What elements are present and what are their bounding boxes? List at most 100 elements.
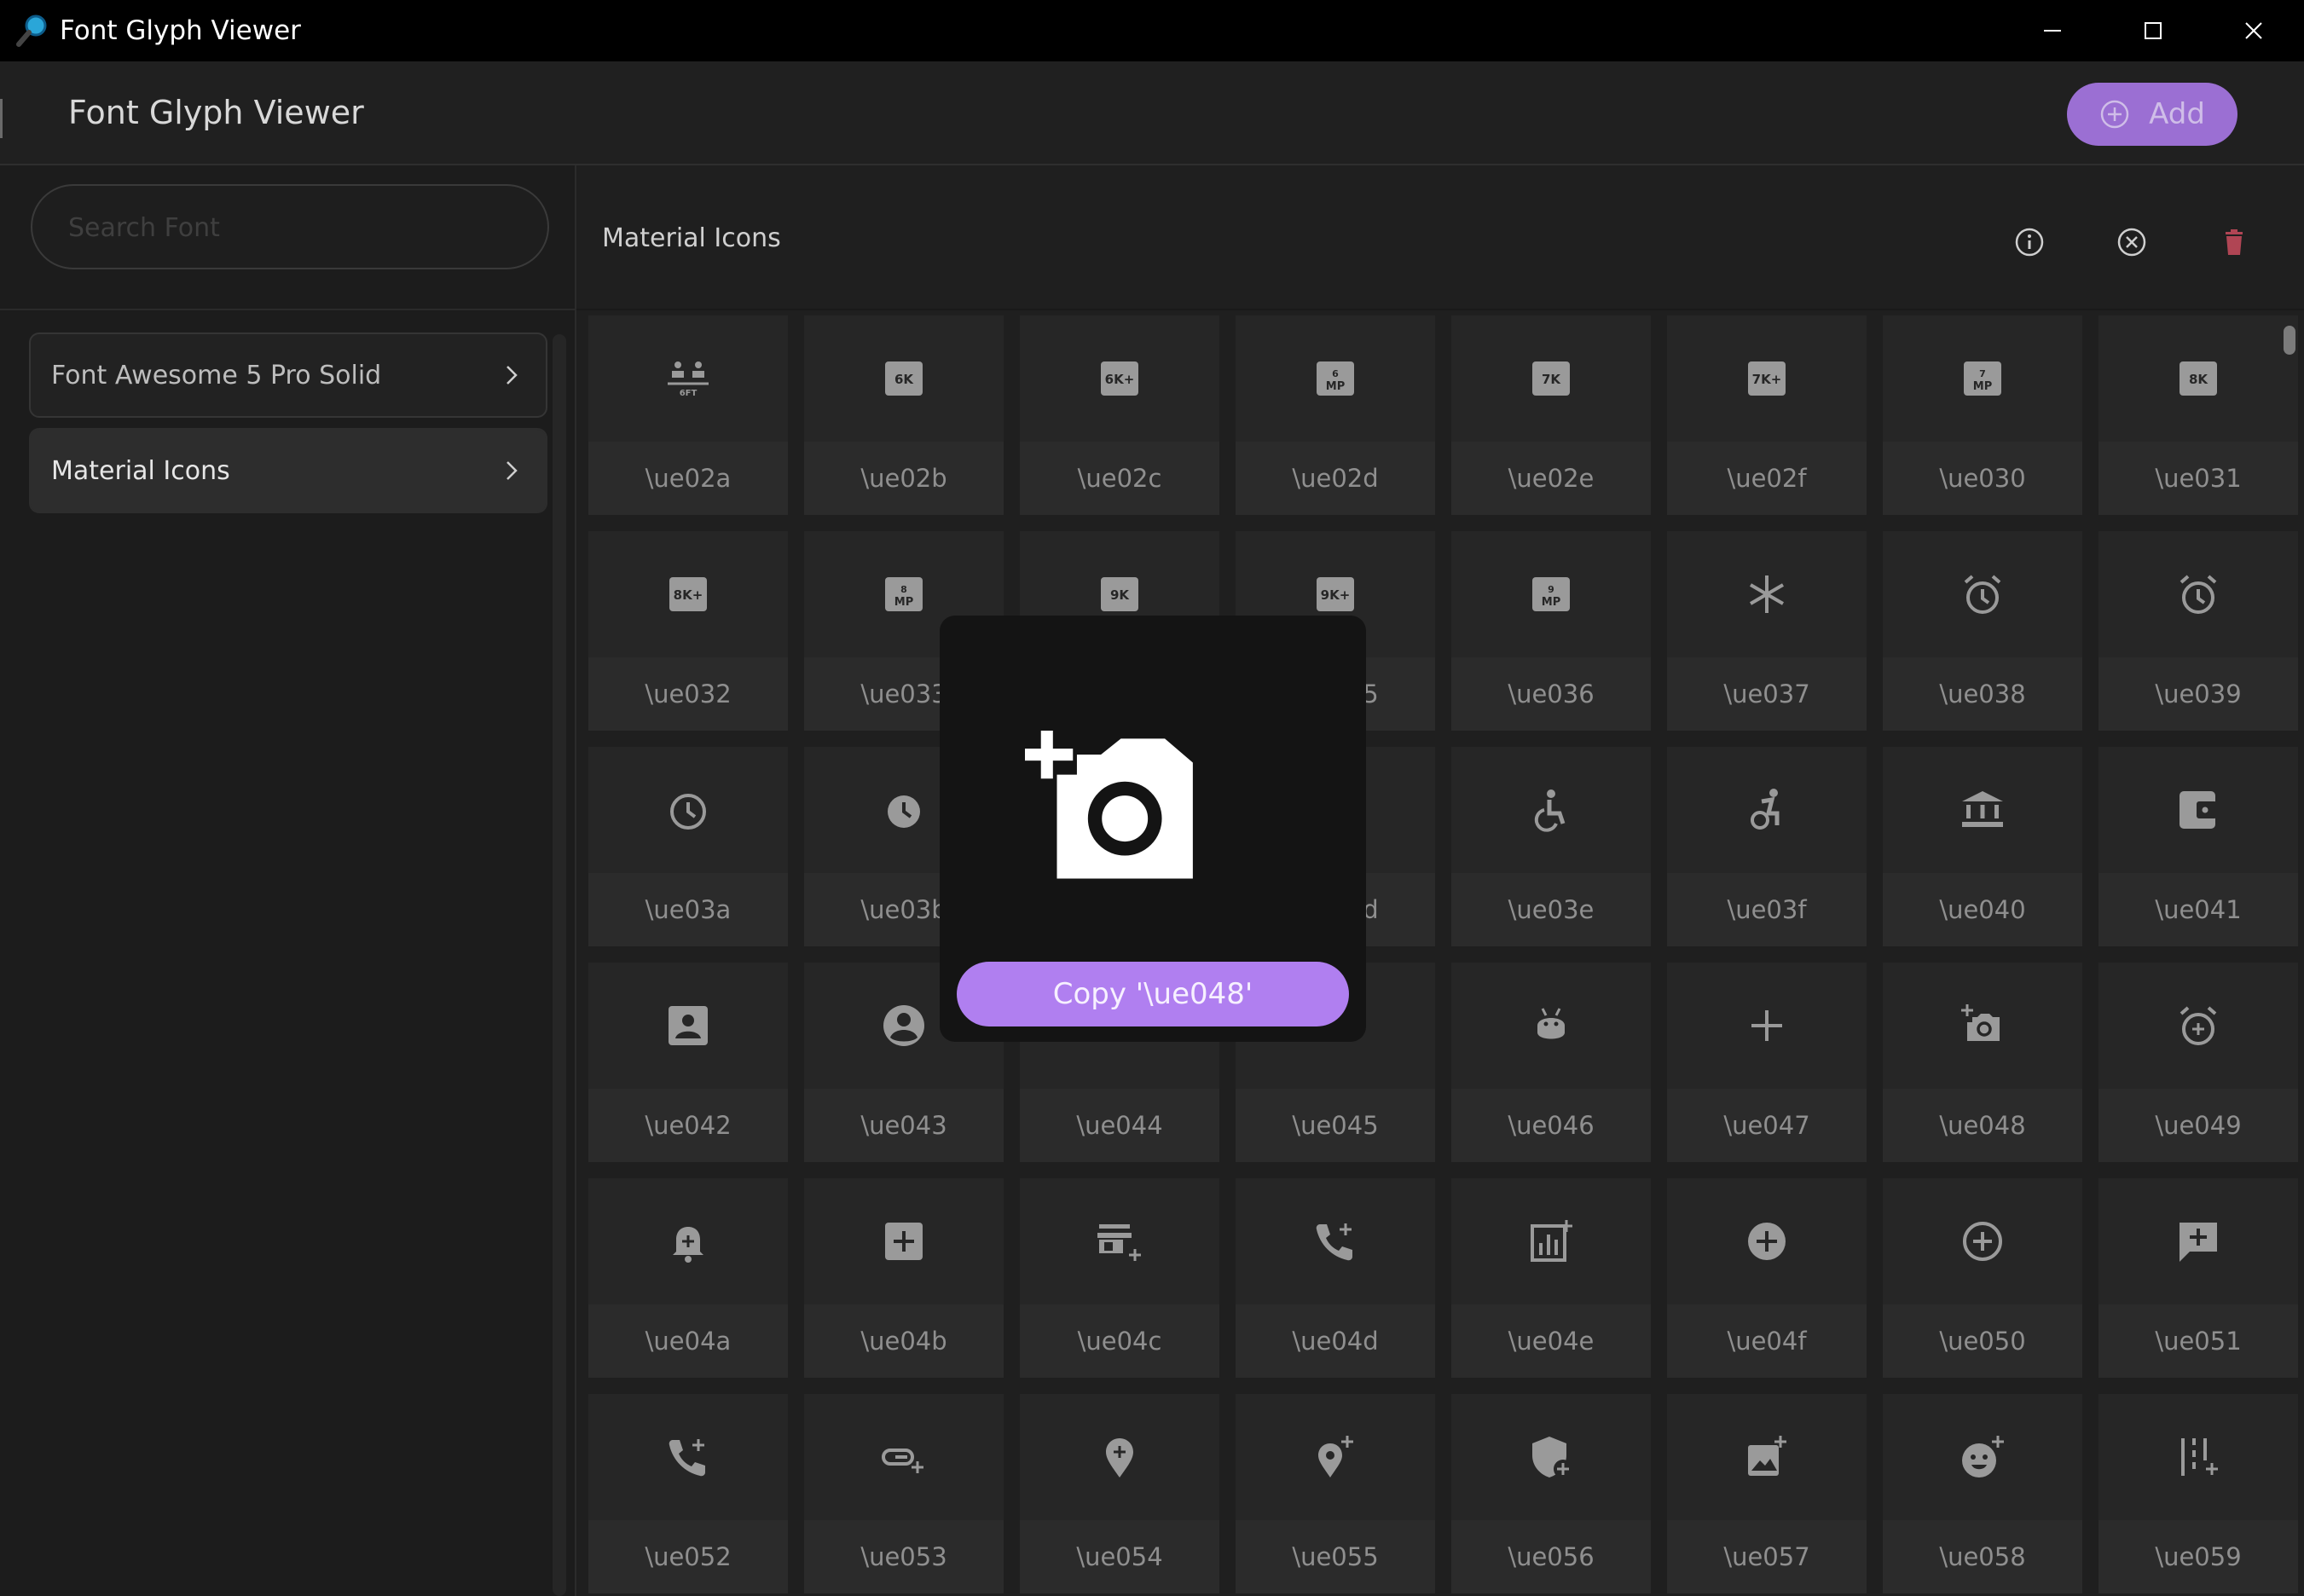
sidebar-scrollbar[interactable] xyxy=(553,334,566,1596)
glyph-code: \ue048 xyxy=(1883,1089,2082,1162)
glyph-tile[interactable]: 6 MP \ue02d xyxy=(1236,315,1435,515)
glyph-tile[interactable]: \ue057 xyxy=(1667,1394,1867,1593)
font-list-item[interactable]: Material Icons xyxy=(29,428,547,513)
glyph-tile[interactable]: 7 MP \ue030 xyxy=(1883,315,2082,515)
title-bar: Font Glyph Viewer xyxy=(0,0,2304,61)
glyph-tile[interactable]: 8K \ue031 xyxy=(2098,315,2298,515)
svg-text:8K: 8K xyxy=(2189,372,2208,387)
add-button-label: Add xyxy=(2149,97,2205,131)
glyph-preview xyxy=(804,1394,1004,1520)
glyph-preview: 8K xyxy=(2098,315,2298,442)
svg-text:7: 7 xyxy=(1979,368,1986,379)
6k-plus-icon: 6K+ xyxy=(1101,361,1138,396)
glyph-tile[interactable]: \ue049 xyxy=(2098,963,2298,1162)
glyph-tile[interactable]: 7K \ue02e xyxy=(1451,315,1651,515)
glyph-tile[interactable]: 6K \ue02b xyxy=(804,315,1004,515)
add-reaction-icon xyxy=(1962,1436,2004,1477)
glyph-tile[interactable]: \ue04d xyxy=(1236,1178,1435,1378)
7k-icon: 7K xyxy=(1532,361,1570,396)
glyph-tile[interactable]: \ue054 xyxy=(1020,1394,1219,1593)
glyph-tile[interactable]: \ue051 xyxy=(2098,1178,2298,1378)
glyph-preview xyxy=(588,1178,788,1304)
glyph-tile[interactable]: \ue04f xyxy=(1667,1178,1867,1378)
glyph-preview xyxy=(1883,963,2082,1089)
svg-text:9: 9 xyxy=(1548,584,1554,595)
glyph-tile[interactable]: \ue055 xyxy=(1236,1394,1435,1593)
glyph-tile[interactable]: \ue04a xyxy=(588,1178,788,1378)
glyph-code: \ue04a xyxy=(588,1304,788,1378)
adb-icon xyxy=(1537,1008,1565,1039)
glyph-tile[interactable]: \ue037 xyxy=(1667,531,1867,731)
glyph-preview xyxy=(1451,1394,1651,1520)
svg-text:MP: MP xyxy=(1542,596,1560,609)
glyph-tile[interactable]: 6K+ \ue02c xyxy=(1020,315,1219,515)
glyph-preview: 6K+ xyxy=(1020,315,1219,442)
6k-icon: 6K xyxy=(885,361,923,396)
glyph-tile[interactable]: \ue052 xyxy=(588,1394,788,1593)
glyph-preview xyxy=(588,1394,788,1520)
glyph-tile[interactable]: \ue04b xyxy=(804,1178,1004,1378)
glyph-grid-scrollbar[interactable] xyxy=(2284,326,2295,355)
glyph-tile[interactable]: 6FT \ue02a xyxy=(588,315,788,515)
glyph-tile[interactable]: \ue046 xyxy=(1451,963,1651,1162)
svg-text:9K+: 9K+ xyxy=(1321,587,1351,603)
font-list-item[interactable]: Font Awesome 5 Pro Solid xyxy=(29,332,547,418)
minimize-button[interactable] xyxy=(2002,0,2103,61)
access-time-icon xyxy=(670,794,706,830)
glyph-code: \ue052 xyxy=(588,1520,788,1593)
glyph-preview xyxy=(2098,747,2298,873)
window-title: Font Glyph Viewer xyxy=(60,15,301,46)
glyph-code: \ue039 xyxy=(2098,657,2298,731)
glyph-code: \ue04b xyxy=(804,1304,1004,1378)
glyph-code: \ue051 xyxy=(2098,1304,2298,1378)
glyph-tile[interactable]: \ue058 xyxy=(1883,1394,2082,1593)
close-window-button[interactable] xyxy=(2203,0,2304,61)
glyph-tile[interactable]: \ue040 xyxy=(1883,747,2082,946)
glyph-tile[interactable]: \ue053 xyxy=(804,1394,1004,1593)
glyph-tile[interactable]: \ue039 xyxy=(2098,531,2298,731)
glyph-tile[interactable]: \ue04e xyxy=(1451,1178,1651,1378)
glyph-tile[interactable]: \ue048 xyxy=(1883,963,2082,1162)
app-header: Font Glyph Viewer Add xyxy=(0,61,2304,165)
trash-icon xyxy=(2226,229,2243,255)
glyph-tile[interactable]: \ue042 xyxy=(588,963,788,1162)
font-info-button[interactable] xyxy=(2012,225,2046,259)
glyph-tile[interactable]: \ue03a xyxy=(588,747,788,946)
glyph-code: \ue059 xyxy=(2098,1520,2298,1593)
glyph-preview xyxy=(1020,1178,1219,1304)
glyph-tile[interactable]: 7K+ \ue02f xyxy=(1667,315,1867,515)
glyph-tile[interactable]: \ue03f xyxy=(1667,747,1867,946)
delete-font-button[interactable] xyxy=(2217,225,2251,259)
info-icon xyxy=(2015,228,2044,257)
glyph-tile[interactable]: \ue041 xyxy=(2098,747,2298,946)
add-moderator-icon xyxy=(1532,1437,1572,1478)
glyph-code: \ue049 xyxy=(2098,1089,2298,1162)
glyph-tile[interactable]: 8K+ \ue032 xyxy=(588,531,788,731)
glyph-tile[interactable]: \ue059 xyxy=(2098,1394,2298,1593)
9k-icon: 9K xyxy=(1101,577,1138,611)
glyph-tile[interactable]: \ue04c xyxy=(1020,1178,1219,1378)
sidebar-divider xyxy=(0,309,575,310)
add-a-photo-icon xyxy=(1961,1004,2000,1041)
svg-text:9K: 9K xyxy=(1110,587,1130,603)
copy-glyph-button[interactable]: Copy '\ue048' xyxy=(957,962,1349,1026)
glyph-preview: 6K xyxy=(804,315,1004,442)
glyph-tile[interactable]: \ue056 xyxy=(1451,1394,1651,1593)
glyph-tile[interactable]: \ue038 xyxy=(1883,531,2082,731)
glyph-tile[interactable]: 9 MP \ue036 xyxy=(1451,531,1651,731)
glyph-tile[interactable]: \ue03e xyxy=(1451,747,1651,946)
glyph-code: \ue02d xyxy=(1236,442,1435,515)
unload-font-button[interactable] xyxy=(2115,225,2149,259)
add-a-photo-icon xyxy=(1025,731,1193,879)
9mp-icon: 9MP xyxy=(1532,577,1570,611)
maximize-button[interactable] xyxy=(2103,0,2203,61)
glyph-tile[interactable]: \ue047 xyxy=(1667,963,1867,1162)
access-time-filled-icon xyxy=(888,795,920,828)
glyph-tile[interactable]: \ue050 xyxy=(1883,1178,2082,1378)
selected-font-title: Material Icons xyxy=(602,223,781,253)
add-alarm-icon xyxy=(2180,1006,2217,1045)
search-font-input[interactable] xyxy=(67,186,513,269)
search-box xyxy=(31,184,549,269)
add-font-button[interactable]: Add xyxy=(2067,83,2237,146)
glyph-code: \ue02e xyxy=(1451,442,1651,515)
